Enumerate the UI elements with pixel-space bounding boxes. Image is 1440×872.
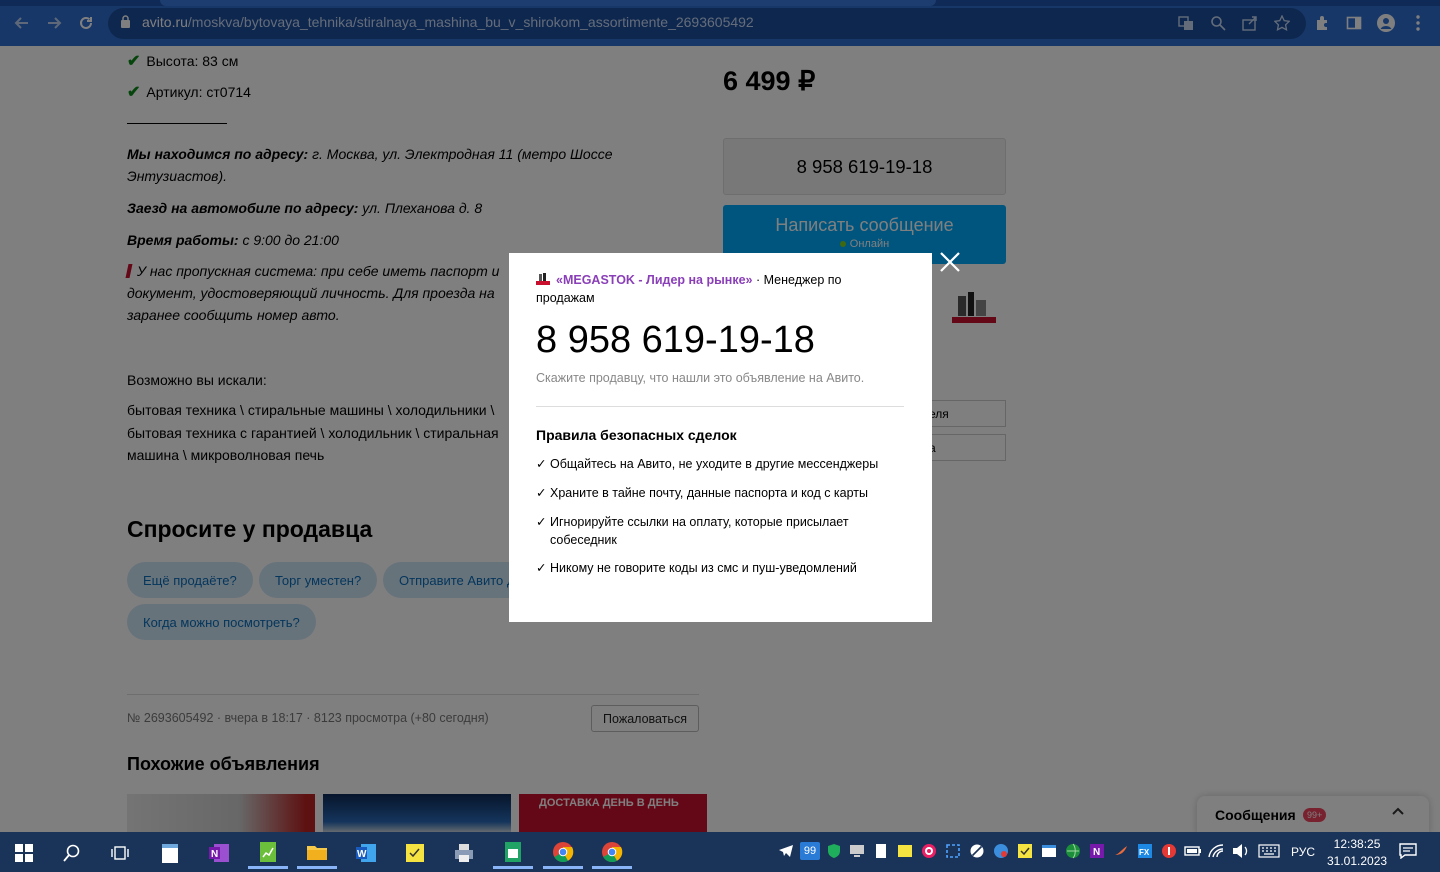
check-note-tray-icon[interactable]: [1016, 842, 1034, 860]
safety-rules-title: Правила безопасных сделок: [536, 427, 737, 443]
shield-tray-icon[interactable]: [825, 842, 843, 860]
onenote-app-icon[interactable]: N: [199, 837, 239, 869]
check-icon: ✓: [536, 486, 547, 500]
blocked-tray-icon[interactable]: [968, 842, 986, 860]
clock-time: 12:38:25: [1333, 837, 1381, 851]
check-icon: ✓: [536, 457, 547, 471]
wifi-tray-icon[interactable]: [1208, 842, 1226, 860]
onenote-tray-icon[interactable]: N: [1088, 842, 1106, 860]
svg-text:FX: FX: [1139, 848, 1150, 857]
svg-text:W: W: [357, 849, 367, 860]
check-icon: ✓: [536, 561, 547, 575]
chrome-app-icon[interactable]: [543, 837, 583, 869]
system-clock[interactable]: 12:38:25 31.01.2023: [1327, 836, 1387, 870]
store-name[interactable]: «MEGASTOK - Лидер на рынке»: [556, 273, 753, 287]
info-tray-icon[interactable]: [1160, 842, 1178, 860]
safety-rule-text: Храните в тайне почту, данные паспорта и…: [550, 486, 869, 500]
store-logo-icon: [536, 272, 550, 285]
close-icon[interactable]: [937, 249, 963, 275]
phone-modal: «MEGASTOK - Лидер на рынке» · Менеджер п…: [509, 253, 932, 622]
seller-header: «MEGASTOK - Лидер на рынке» · Менеджер п…: [536, 271, 876, 307]
windows-start-icon[interactable]: [4, 837, 44, 869]
fx-tray-icon[interactable]: FX: [1136, 842, 1154, 860]
modal-phone-number: 8 958 619-19-18: [536, 319, 815, 361]
modal-divider: [536, 406, 904, 407]
notes-tray-icon[interactable]: [896, 842, 914, 860]
safety-rule: ✓ Храните в тайне почту, данные паспорта …: [536, 484, 896, 502]
printer-app-icon[interactable]: [444, 837, 484, 869]
search-icon[interactable]: [52, 837, 92, 869]
safety-rule-text: Общайтесь на Авито, не уходите в другие …: [550, 457, 879, 471]
bird-tray-icon[interactable]: [1112, 842, 1130, 860]
safety-rule: ✓ Игнорируйте ссылки на оплату, которые п…: [536, 513, 866, 549]
chrome-profile-app-icon[interactable]: [592, 837, 632, 869]
target-tray-icon[interactable]: [920, 842, 938, 860]
globe-tray-icon[interactable]: [1064, 842, 1082, 860]
screenshot-tray-icon[interactable]: [944, 842, 962, 860]
task-view-icon[interactable]: [100, 837, 140, 869]
safety-rule-text: Игнорируйте ссылки на оплату, которые пр…: [550, 515, 849, 547]
keyboard-tray-icon[interactable]: [1258, 842, 1280, 860]
sync-tray-icon[interactable]: [992, 842, 1010, 860]
telegram-tray-icon[interactable]: [777, 842, 795, 860]
sheets-app-icon[interactable]: [493, 837, 533, 869]
window-tray-icon[interactable]: [1040, 842, 1058, 860]
clock-date: 31.01.2023: [1327, 854, 1388, 868]
chart-app-icon[interactable]: [248, 837, 288, 869]
input-language[interactable]: РУС: [1291, 845, 1315, 859]
word-app-icon[interactable]: W: [346, 837, 386, 869]
tray-counter-badge[interactable]: 99: [800, 842, 820, 860]
taskbar: N W 99 N FX РУС 12:38:25 31.01.2023: [0, 832, 1440, 872]
check-icon: ✓: [536, 515, 547, 529]
volume-tray-icon[interactable]: [1232, 842, 1250, 860]
document-tray-icon[interactable]: [872, 842, 890, 860]
safety-rule-text: Никому не говорите коды из смс и пуш-уве…: [550, 561, 857, 575]
battery-tray-icon[interactable]: [1184, 842, 1202, 860]
svg-text:N: N: [1093, 847, 1100, 858]
notifications-icon[interactable]: [1398, 841, 1418, 861]
notepad-app-icon[interactable]: [150, 837, 190, 869]
sticky-notes-icon[interactable]: [395, 837, 435, 869]
svg-text:N: N: [211, 849, 218, 860]
safety-rule: ✓ Никому не говорите коды из смс и пуш-ув…: [536, 559, 896, 577]
monitor-tray-icon[interactable]: [848, 842, 866, 860]
file-explorer-icon[interactable]: [297, 837, 337, 869]
safety-rule: ✓ Общайтесь на Авито, не уходите в другие…: [536, 455, 896, 473]
modal-hint: Скажите продавцу, что нашли это объявлен…: [536, 371, 865, 385]
